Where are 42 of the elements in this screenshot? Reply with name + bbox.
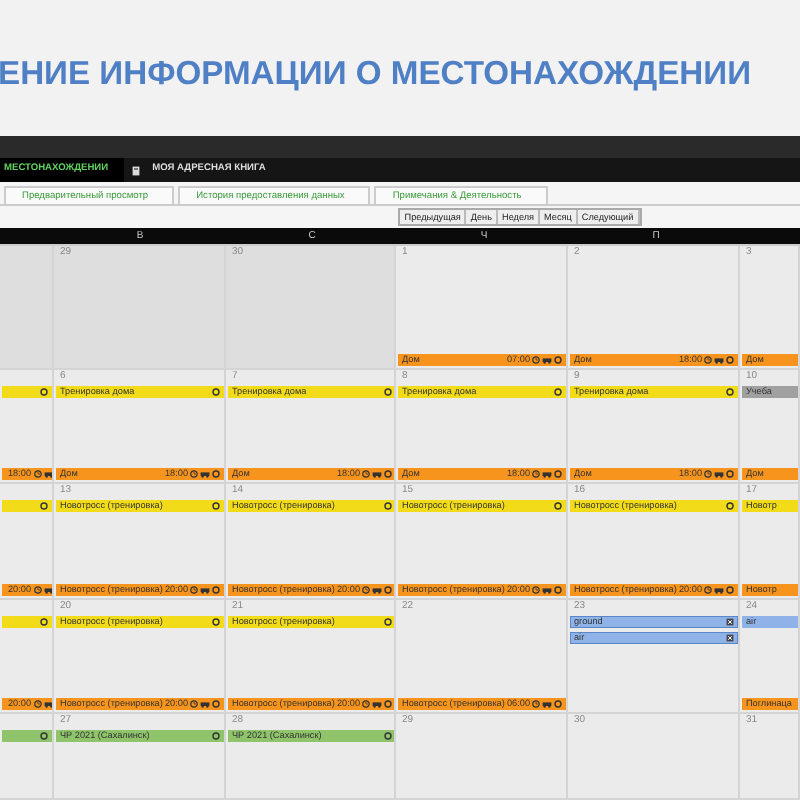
day-cell[interactable] — [0, 714, 54, 800]
car-icon — [200, 586, 210, 594]
car-icon — [43, 586, 52, 594]
clock-icon — [33, 586, 41, 594]
car-icon — [714, 356, 724, 364]
car-icon — [43, 700, 52, 708]
event-bar[interactable] — [2, 616, 52, 628]
event-bar[interactable] — [2, 500, 52, 512]
clock-icon — [33, 700, 41, 708]
clock-icon — [532, 470, 540, 478]
clock-icon — [532, 356, 540, 364]
car-icon — [372, 586, 382, 594]
car-icon — [43, 470, 52, 478]
clock-icon — [33, 470, 41, 478]
event-bar[interactable] — [2, 386, 52, 398]
day-cell[interactable] — [0, 246, 54, 370]
clock-icon — [362, 470, 370, 478]
car-icon — [714, 586, 724, 594]
clock-icon — [704, 356, 712, 364]
car-icon — [542, 586, 552, 594]
clock-icon — [704, 586, 712, 594]
close-icon — [726, 634, 734, 642]
car-icon — [542, 356, 552, 364]
event-bar[interactable] — [2, 730, 52, 742]
clock-icon — [190, 470, 198, 478]
car-icon — [372, 470, 382, 478]
car-icon — [714, 470, 724, 478]
slide-title: ЕНИЕ ИНФОРМАЦИИ О МЕСТОНАХОЖДЕНИИ — [0, 54, 752, 94]
clock-icon — [362, 700, 370, 708]
book-icon — [132, 165, 141, 175]
clock-icon — [704, 470, 712, 478]
clock-icon — [190, 586, 198, 594]
car-icon — [372, 700, 382, 708]
clock-icon — [532, 700, 540, 708]
car-icon — [200, 700, 210, 708]
car-icon — [200, 470, 210, 478]
car-icon — [542, 700, 552, 708]
car-icon — [542, 470, 552, 478]
close-icon — [726, 618, 734, 626]
clock-icon — [190, 700, 198, 708]
clock-icon — [362, 586, 370, 594]
clock-icon — [532, 586, 540, 594]
